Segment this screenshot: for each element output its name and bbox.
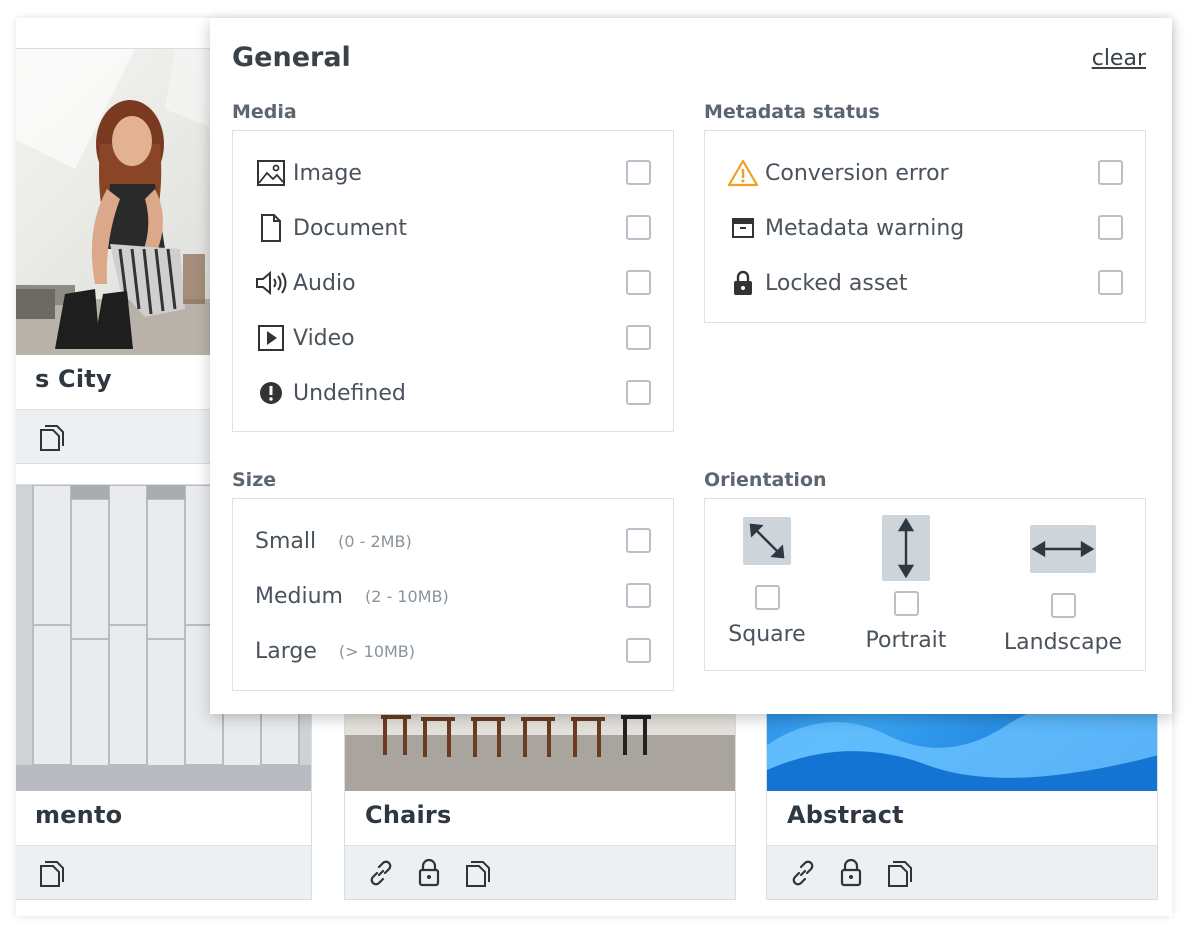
filter-checkbox[interactable]	[1098, 270, 1123, 295]
asset-actions-bar	[16, 845, 311, 899]
asset-title: Chairs	[365, 801, 452, 829]
size-section-label: Size	[232, 469, 277, 491]
link-icon[interactable]	[789, 858, 817, 888]
filter-checkbox[interactable]	[754, 585, 780, 610]
filter-option-small[interactable]: Small (0 - 2MB)	[255, 521, 651, 561]
filter-checkbox[interactable]	[626, 528, 651, 553]
size-filter-box: Small (0 - 2MB) Medium (2 - 10MB) Large …	[232, 498, 674, 691]
filter-option-medium[interactable]: Medium (2 - 10MB)	[255, 576, 651, 616]
lock-icon[interactable]	[415, 858, 443, 888]
filter-option-label: Locked asset	[765, 270, 908, 296]
filter-option-video[interactable]: Video	[255, 318, 651, 358]
diagonal-arrow-icon	[743, 517, 791, 565]
filter-option-label: Audio	[293, 270, 356, 296]
filter-option-large[interactable]: Large (> 10MB)	[255, 631, 651, 671]
orientation-option-square[interactable]: Square	[697, 517, 837, 647]
media-filter-box: Image Document Audio Video Undefined	[232, 130, 674, 432]
filter-checkbox[interactable]	[1050, 593, 1076, 618]
metadata-filter-box: Conversion error Metadata warning Locked…	[704, 130, 1146, 323]
size-range: (0 - 2MB)	[338, 531, 412, 551]
filter-option-document[interactable]: Document	[255, 208, 651, 248]
horizontal-arrow-icon	[1030, 525, 1096, 573]
filter-option-audio[interactable]: Audio	[255, 263, 651, 303]
filter-checkbox[interactable]	[626, 380, 651, 405]
document-icon	[255, 212, 287, 244]
filter-option-conversion-error[interactable]: Conversion error	[727, 153, 1123, 193]
asset-title: Abstract	[787, 801, 904, 829]
filter-option-label: Medium	[255, 583, 343, 609]
orientation-label: Portrait	[865, 628, 947, 653]
copy-icon[interactable]	[37, 858, 65, 888]
asset-title: s City	[35, 365, 112, 393]
filter-option-locked-asset[interactable]: Locked asset	[727, 263, 1123, 303]
asset-actions-bar	[345, 845, 735, 899]
image-icon	[255, 157, 287, 189]
vertical-arrow-icon	[882, 515, 930, 581]
filter-checkbox[interactable]	[1098, 160, 1123, 185]
filter-checkbox[interactable]	[626, 638, 651, 663]
filter-option-label: Small	[255, 528, 317, 554]
filter-checkbox[interactable]	[1098, 215, 1123, 240]
orientation-filter-box: Square Portrait Landscape	[704, 498, 1146, 671]
video-icon	[255, 322, 287, 354]
size-range: (> 10MB)	[338, 641, 416, 661]
media-section-label: Media	[232, 101, 297, 123]
filter-checkbox[interactable]	[626, 160, 651, 185]
asset-actions-bar	[767, 845, 1157, 899]
panel-title: General	[232, 42, 351, 73]
lock-icon	[727, 267, 759, 299]
link-icon[interactable]	[367, 858, 395, 888]
copy-icon[interactable]	[37, 422, 65, 452]
orientation-label: Landscape	[1003, 630, 1123, 655]
orientation-option-landscape[interactable]: Landscape	[993, 525, 1133, 655]
filter-checkbox[interactable]	[626, 325, 651, 350]
copy-icon[interactable]	[885, 858, 913, 888]
copy-icon[interactable]	[463, 858, 491, 888]
metadata-section-label: Metadata status	[704, 101, 880, 123]
filter-option-label: Video	[293, 325, 355, 351]
asset-title: mento	[35, 801, 123, 829]
clear-filters-link[interactable]: clear	[1092, 46, 1146, 71]
filter-option-label: Metadata warning	[765, 215, 965, 241]
filter-option-image[interactable]: Image	[255, 153, 651, 193]
filter-option-label: Conversion error	[765, 160, 949, 186]
filter-panel: General clear Media Image Document Audio	[210, 18, 1172, 714]
audio-icon	[255, 267, 287, 299]
warning-icon	[727, 157, 759, 189]
filter-option-label: Document	[293, 215, 407, 241]
orientation-option-portrait[interactable]: Portrait	[836, 515, 976, 653]
filter-option-label: Image	[293, 160, 362, 186]
filter-checkbox[interactable]	[626, 215, 651, 240]
lock-icon[interactable]	[837, 858, 865, 888]
orientation-label: Square	[728, 622, 806, 647]
exclamation-icon	[255, 377, 287, 409]
filter-checkbox[interactable]	[893, 591, 919, 616]
filter-option-label: Large	[255, 638, 317, 664]
filter-checkbox[interactable]	[626, 270, 651, 295]
archive-icon	[727, 212, 759, 244]
filter-checkbox[interactable]	[626, 583, 651, 608]
filter-option-undefined[interactable]: Undefined	[255, 373, 651, 413]
filter-option-label: Undefined	[293, 380, 406, 406]
orientation-section-label: Orientation	[704, 469, 827, 491]
filter-option-metadata-warning[interactable]: Metadata warning	[727, 208, 1123, 248]
size-range: (2 - 10MB)	[364, 586, 449, 606]
